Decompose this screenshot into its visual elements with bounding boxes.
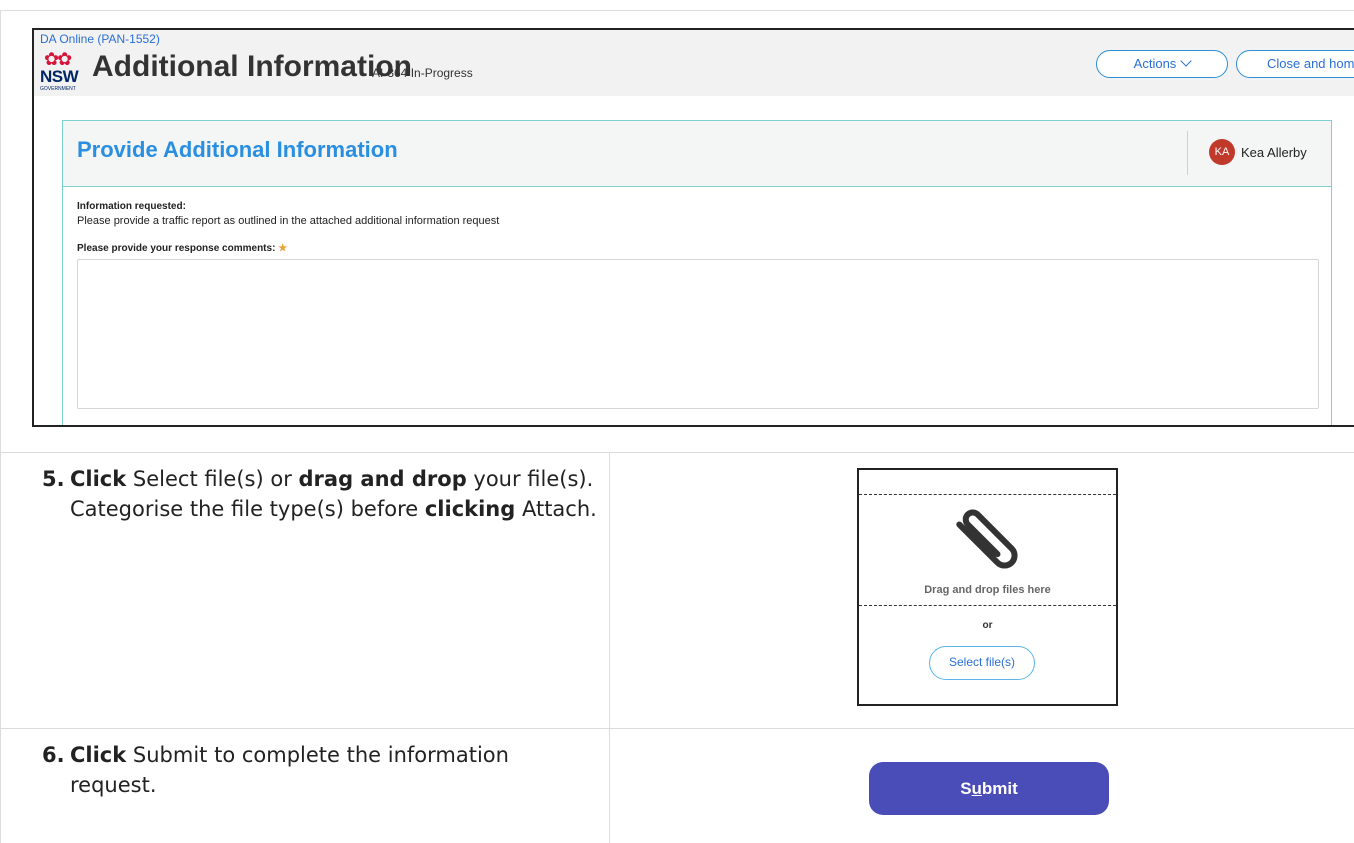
- dashed-divider: [859, 494, 1116, 495]
- waratah-icon: ✿✿: [44, 49, 72, 69]
- dashed-divider: [859, 605, 1116, 606]
- submit-button[interactable]: Submit: [869, 762, 1109, 815]
- logo-text: NSW: [40, 67, 79, 86]
- close-and-home-button[interactable]: Close and hom: [1236, 50, 1354, 78]
- page-title: Additional Information: [92, 50, 412, 83]
- response-label: Please provide your response comments: ★: [77, 243, 287, 254]
- required-star-icon: ★: [278, 243, 288, 254]
- file-drop-zone[interactable]: Drag and drop files here or Select file(…: [857, 468, 1118, 706]
- step-bold: Click: [70, 467, 127, 491]
- step-number: 5.: [42, 467, 65, 491]
- header-divider: [1187, 131, 1188, 175]
- paperclip-icon: [956, 509, 1018, 569]
- app-header: DA Online (PAN-1552) ✿✿ NSW GOVERNMENT A…: [34, 30, 1354, 96]
- page-status: AI-364 In-Progress: [372, 66, 473, 80]
- submit-label-part: S: [960, 779, 972, 798]
- actions-button[interactable]: Actions: [1096, 50, 1228, 78]
- table-left-border: [0, 10, 1, 843]
- info-requested-text: Please provide a traffic report as outli…: [77, 215, 500, 227]
- breadcrumb[interactable]: DA Online (PAN-1552): [40, 32, 160, 46]
- info-requested-label: Information requested:: [77, 201, 186, 212]
- step-text: Submit to complete the information reque…: [70, 743, 509, 797]
- or-text: or: [982, 620, 993, 631]
- drag-drop-text: Drag and drop files here: [924, 584, 1051, 596]
- response-label-text: Please provide your response comments:: [77, 243, 276, 254]
- chevron-down-icon: [1180, 55, 1192, 67]
- embedded-screenshot: DA Online (PAN-1552) ✿✿ NSW GOVERNMENT A…: [32, 28, 1354, 427]
- provide-info-card: Provide Additional Information KA Kea Al…: [62, 120, 1332, 425]
- table-column-divider: [609, 452, 610, 843]
- card-title: Provide Additional Information: [77, 137, 398, 162]
- step-5-text: Click Select file(s) or drag and drop yo…: [70, 464, 602, 524]
- actions-label: Actions: [1133, 56, 1177, 71]
- step-text: Select file(s) or: [126, 467, 299, 491]
- submit-label-part: bmit: [981, 779, 1018, 798]
- step-6: 6. Click Submit to complete the informat…: [42, 740, 602, 800]
- response-comments-textarea[interactable]: [77, 259, 1319, 409]
- select-files-button[interactable]: Select file(s): [929, 646, 1035, 680]
- step-bold: drag and drop: [298, 467, 467, 491]
- step-bold: clicking: [424, 497, 516, 521]
- step-6-text: Click Submit to complete the information…: [70, 740, 602, 800]
- table-row-divider: [0, 728, 1354, 729]
- user-name: Kea Allerby: [1241, 145, 1307, 160]
- table-top-border: [0, 10, 1354, 11]
- step-5: 5. Click Select file(s) or drag and drop…: [42, 464, 602, 524]
- card-header: Provide Additional Information KA Kea Al…: [63, 121, 1331, 187]
- step-text: Attach.: [515, 497, 597, 521]
- step-bold: Click: [70, 743, 127, 767]
- submit-label-accesskey: u: [971, 779, 982, 798]
- step-number: 6.: [42, 743, 65, 767]
- table-row-divider: [0, 452, 1354, 453]
- avatar[interactable]: KA: [1209, 139, 1235, 165]
- logo-subtext: GOVERNMENT: [40, 86, 76, 92]
- nsw-government-logo: ✿✿ NSW GOVERNMENT: [38, 50, 86, 94]
